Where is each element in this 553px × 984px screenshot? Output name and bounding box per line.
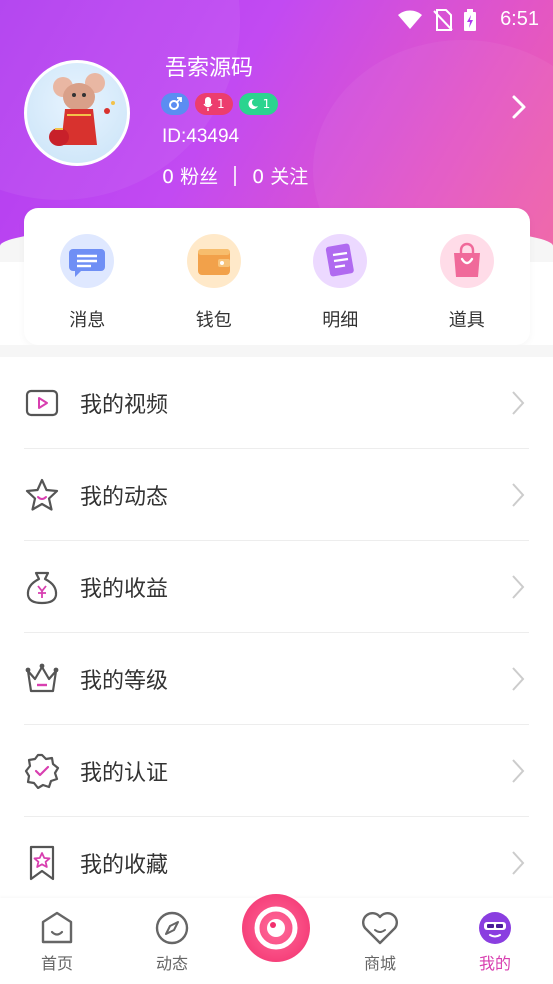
verified-badge-icon [24,753,60,789]
status-time: 6:51 [500,8,539,30]
fans-count[interactable]: 0 粉丝 [162,162,218,189]
moon-icon [248,98,258,109]
wallet-icon [186,234,241,288]
nav-profile[interactable]: 我的 [455,910,535,974]
mic-level-value: 1 [217,97,225,111]
quick-item-wallet[interactable]: 钱包 [159,234,269,345]
nav-home[interactable]: 首页 [17,910,97,974]
status-bar: 6:51 [0,0,553,40]
chevron-right-icon [512,667,525,691]
quick-actions-card: 消息 钱包 明细 道具 [24,208,530,345]
badge-row: 1 1 [161,93,279,115]
mic-level-badge: 1 [195,93,233,115]
menu-label: 我的收藏 [80,853,169,878]
quick-label-props: 道具 [448,310,485,331]
menu-item-my-posts[interactable]: 我的动态 [0,449,553,541]
chevron-right-icon [512,759,525,783]
username: 吾索源码 [165,56,254,81]
nav-label: 商城 [363,954,396,973]
nav-label: 首页 [40,954,73,973]
chevron-right-icon [512,575,525,599]
live-center-button[interactable] [240,892,312,964]
nav-mall[interactable]: 商城 [340,910,420,974]
menu-label: 我的收益 [80,577,169,602]
user-id: ID:43494 [162,126,240,147]
profile-face-icon [479,912,511,944]
menu-label: 我的等级 [80,669,169,694]
menu-item-my-level[interactable]: 我的等级 [0,633,553,725]
video-icon [24,385,60,421]
divider [234,165,237,186]
message-icon [60,234,115,288]
quick-label-wallet: 钱包 [195,310,232,331]
menu-item-my-verification[interactable]: 我的认证 [0,725,553,817]
wifi-icon [398,10,422,29]
following-count[interactable]: 0 关注 [252,162,308,189]
star-icon [24,477,60,513]
quick-item-message[interactable]: 消息 [32,234,142,345]
mic-icon [203,97,213,111]
quick-label-message: 消息 [69,310,106,331]
gender-badge [161,93,189,115]
chevron-right-icon [512,851,525,875]
menu-label: 我的动态 [80,485,169,510]
menu-list: 我的视频 我的动态 我的收益 我的等级 我的认证 我的收藏 [0,357,553,909]
nav-label: 我的 [478,954,511,973]
bookmark-star-icon [24,845,60,881]
menu-label: 我的认证 [80,761,169,786]
quick-item-props[interactable]: 道具 [412,234,522,345]
home-icon [41,911,73,944]
heart-icon [362,912,398,945]
male-icon [169,97,182,110]
menu-label: 我的视频 [80,393,169,418]
menu-item-my-videos[interactable]: 我的视频 [0,357,553,449]
section-gap [0,345,553,357]
nav-feed[interactable]: 动态 [132,910,212,974]
avatar[interactable] [24,60,130,166]
crown-icon [24,661,60,697]
moon-level-value: 1 [262,97,271,111]
nav-label: 动态 [155,954,188,973]
no-sim-icon [433,9,453,31]
detail-icon [313,234,368,288]
quick-item-detail[interactable]: 明细 [285,234,395,345]
moon-level-badge: 1 [238,93,279,115]
menu-item-my-earnings[interactable]: 我的收益 [0,541,553,633]
battery-icon [464,9,476,31]
follow-stats: 0 粉丝 0 关注 [162,162,308,189]
chevron-right-icon [512,391,525,415]
camera-lens-icon [254,906,298,950]
money-bag-icon [24,569,60,605]
chevron-right-icon[interactable] [511,94,527,120]
bag-icon [439,234,494,288]
chevron-right-icon [512,483,525,507]
compass-icon [155,911,189,945]
quick-label-detail: 明细 [322,310,359,331]
bottom-nav: 首页 动态 商城 我的 [0,892,553,984]
mouse-mascot-icon [49,73,115,146]
